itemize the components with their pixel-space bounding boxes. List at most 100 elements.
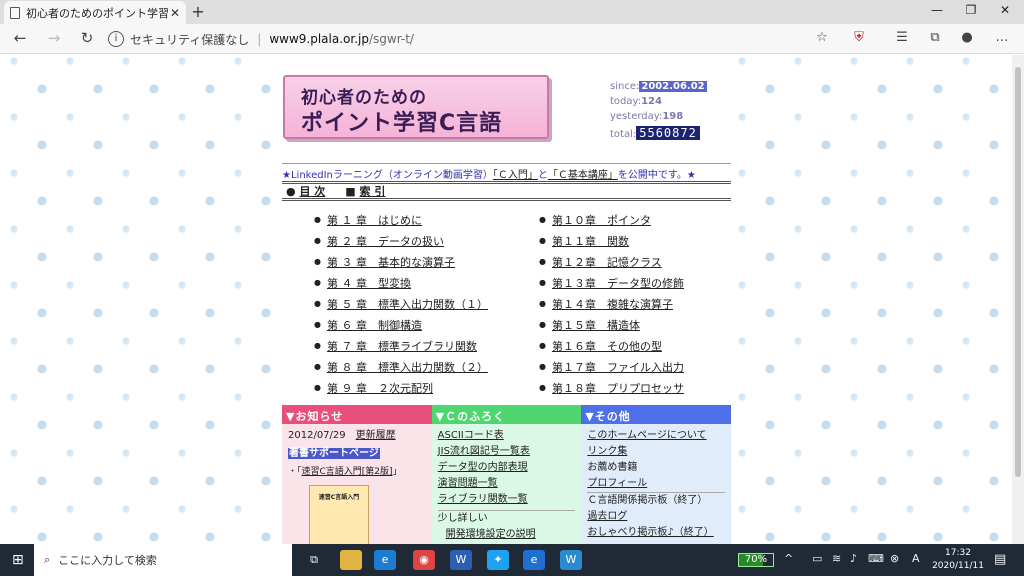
chapter-link[interactable]: 第１３章 データ型の修飾 (552, 275, 684, 291)
other-item[interactable]: おしゃべり掲示板♪（終了） (587, 525, 725, 541)
announce-link-c-intro[interactable]: 「Ｃ入門」 (493, 170, 538, 181)
scrollbar-thumb[interactable] (1015, 67, 1021, 477)
chapter-item[interactable]: ● 第１５章 構造体 (539, 314, 764, 335)
other-item[interactable]: このホームページについて (587, 428, 725, 444)
word-icon[interactable]: W (450, 550, 472, 570)
yesterday-value: 198 (662, 111, 684, 122)
other-item[interactable]: リンク集 (587, 444, 725, 460)
chapter-link[interactable]: 第１４章 複雑な演算子 (552, 296, 673, 312)
task-view-icon[interactable]: ⧉ (303, 550, 325, 570)
back-icon[interactable]: ← (10, 29, 30, 47)
announce-link-c-basic[interactable]: 「Ｃ基本講座」 (548, 170, 618, 181)
appendix-link[interactable]: 演習問題一覧 (438, 476, 576, 492)
twitter-icon[interactable]: ✦ (487, 550, 509, 570)
chapter-link[interactable]: 第 ４ 章 型変換 (327, 275, 411, 291)
chapter-link[interactable]: 第 ５ 章 標準入出力関数（１） (327, 296, 488, 312)
chevron-up-icon[interactable]: ^ (784, 552, 793, 565)
page-scrollbar[interactable] (1012, 55, 1024, 544)
close-tab-icon[interactable]: ✕ (170, 6, 180, 20)
chapter-item[interactable]: ● 第 ５ 章 標準入出力関数（１） (314, 293, 539, 314)
chapter-link[interactable]: 第１１章 関数 (552, 233, 629, 249)
wifi-icon[interactable]: ≋ (832, 552, 841, 565)
close-window-icon[interactable]: ✕ (998, 3, 1012, 17)
wordpress-icon[interactable]: W (560, 550, 582, 570)
new-tab-button[interactable]: + (191, 2, 205, 21)
url-separator: | (257, 32, 262, 46)
chapter-item[interactable]: ● 第 ７ 章 標準ライブラリ関数 (314, 335, 539, 356)
announce-suffix: を公開中です。★ (617, 170, 696, 181)
url-field[interactable]: i セキュリティ保護なし | www9.plala.or.jp /sgwr-t/ (108, 27, 838, 51)
chapter-item[interactable]: ● 第１２章 記憶クラス (539, 251, 764, 272)
menu-toc[interactable]: ● 目 次 (286, 183, 325, 199)
chapter-item[interactable]: ● 第 ９ 章 ２次元配列 (314, 377, 539, 398)
chrome-icon[interactable]: ◉ (413, 550, 435, 570)
other-item[interactable]: 過去ログ (587, 509, 725, 525)
file-explorer-icon[interactable] (340, 550, 362, 570)
update-history-link[interactable]: 更新履歴 (356, 430, 396, 441)
chapter-item[interactable]: ● 第 ４ 章 型変換 (314, 272, 539, 293)
chapter-link[interactable]: 第 ７ 章 標準ライブラリ関数 (327, 338, 477, 354)
status-icon[interactable]: ⊗ (890, 552, 899, 565)
chapter-link[interactable]: 第１２章 記憶クラス (552, 254, 662, 270)
other-item[interactable]: プロフィール (587, 476, 725, 492)
chapter-link[interactable]: 第 ８ 章 標準入出力関数（２） (327, 359, 488, 375)
browser-tab[interactable]: 初心者のためのポイント学習Ｃ言語 ✕ (4, 1, 186, 24)
appendix-link[interactable]: JIS流れ図記号一覧表 (438, 444, 576, 460)
chapter-item[interactable]: ● 第 ８ 章 標準入出力関数（２） (314, 356, 539, 377)
ie-icon[interactable]: e (523, 550, 545, 570)
refresh-icon[interactable]: ↻ (77, 29, 97, 47)
chapter-link[interactable]: 第 ６ 章 制御構造 (327, 317, 422, 333)
book-cover-image[interactable]: 速習C言語入門 (309, 485, 369, 544)
support-page-link[interactable]: 著書サポートページ (288, 448, 380, 459)
chapter-item[interactable]: ● 第１４章 複雑な演算子 (539, 293, 764, 314)
profile-icon[interactable]: ● (958, 30, 976, 45)
chapter-item[interactable]: ● 第１１章 関数 (539, 230, 764, 251)
chapter-link[interactable]: 第 ３ 章 基本的な演算子 (327, 254, 455, 270)
more-details-label: 少し詳しい (437, 513, 488, 524)
clock[interactable]: 17:32 2020/11/11 (932, 547, 984, 573)
chapter-link[interactable]: 第 １ 章 はじめに (327, 212, 422, 228)
battery-icon[interactable]: ▭ (812, 552, 822, 565)
chapter-item[interactable]: ● 第１７章 ファイル入出力 (539, 356, 764, 377)
chapter-item[interactable]: ● 第１０章 ポインタ (539, 209, 764, 230)
chapter-link[interactable]: 第１０章 ポインタ (552, 212, 651, 228)
restore-icon[interactable]: ❐ (964, 3, 978, 17)
appendix-link[interactable]: データ型の内部表現 (438, 460, 576, 476)
collections-icon[interactable]: ⧉ (926, 30, 944, 45)
menu-index-label[interactable]: 索 引 (360, 185, 386, 198)
keyboard-icon[interactable]: ⌨ (868, 552, 884, 565)
chapter-link[interactable]: 第１８章 プリプロセッサ (552, 380, 684, 396)
appendix-link[interactable]: ASCIIコード表 (438, 428, 576, 444)
minimize-icon[interactable]: — (930, 3, 944, 17)
info-icon[interactable]: i (108, 31, 124, 47)
extension-icon[interactable]: ⛨ (850, 30, 868, 45)
volume-icon[interactable]: ♪ (850, 552, 857, 565)
appendix-link[interactable]: ライブラリ関数一覧 (438, 492, 576, 508)
chapter-item[interactable]: ● 第 １ 章 はじめに (314, 209, 539, 230)
chapter-item[interactable]: ● 第１６章 その他の型 (539, 335, 764, 356)
chapter-link[interactable]: 第 ９ 章 ２次元配列 (327, 380, 433, 396)
chapter-item[interactable]: ● 第 ２ 章 データの扱い (314, 230, 539, 251)
menu-index[interactable]: ■ 索 引 (345, 183, 385, 199)
menu-toc-label[interactable]: 目 次 (299, 185, 325, 198)
chapter-item[interactable]: ● 第１８章 プリプロセッサ (539, 377, 764, 398)
ime-icon[interactable]: A (912, 552, 920, 565)
edge-icon[interactable]: e (374, 550, 396, 570)
chapter-link[interactable]: 第１６章 その他の型 (552, 338, 662, 354)
more-icon[interactable]: … (993, 30, 1011, 45)
dev-env-link[interactable]: 開発環境設定の説明 (446, 527, 576, 543)
logo-line2: ポイント学習C言語 (301, 111, 503, 136)
favorites-icon[interactable]: ☰ (893, 30, 911, 45)
chapter-item[interactable]: ● 第 ３ 章 基本的な演算子 (314, 251, 539, 272)
taskbar-search[interactable]: ⌕ ここに入力して検索 (34, 544, 292, 576)
chapter-link[interactable]: 第１７章 ファイル入出力 (552, 359, 684, 375)
favorite-star-icon[interactable]: ☆ (813, 30, 831, 45)
chapter-item[interactable]: ● 第１３章 データ型の修飾 (539, 272, 764, 293)
windows-start-icon[interactable]: ⊞ (12, 552, 28, 568)
battery-indicator[interactable]: 70% (738, 553, 774, 567)
notification-icon[interactable]: ▤ (994, 552, 1006, 567)
book-link[interactable]: 速習C言語入門[第2版] (302, 467, 393, 477)
chapter-link[interactable]: 第１５章 構造体 (552, 317, 640, 333)
chapter-link[interactable]: 第 ２ 章 データの扱い (327, 233, 444, 249)
chapter-item[interactable]: ● 第 ６ 章 制御構造 (314, 314, 539, 335)
